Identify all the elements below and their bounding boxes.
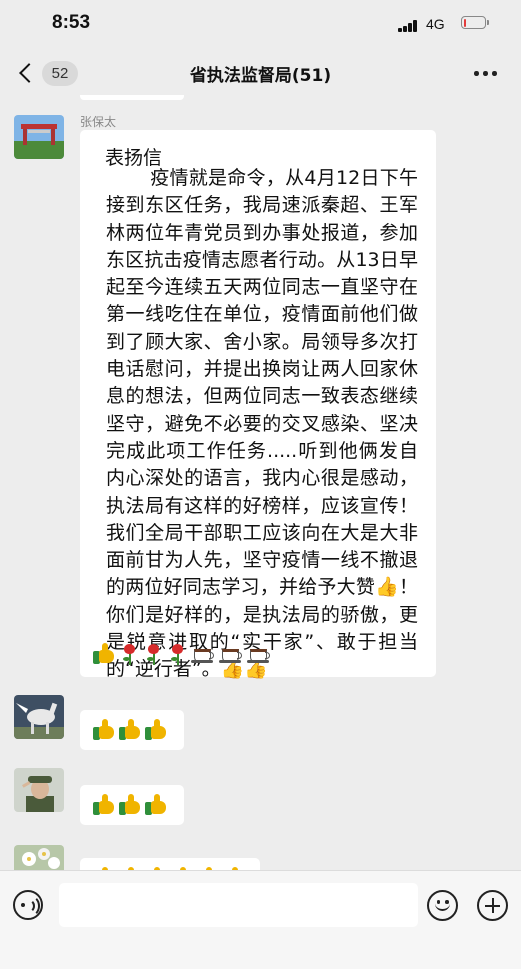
more-icon bbox=[474, 71, 479, 76]
voice-button[interactable] bbox=[13, 890, 43, 920]
thumbs-up-icon bbox=[145, 719, 167, 741]
sender-avatar[interactable] bbox=[14, 768, 64, 812]
message-body: 疫情就是命令，从4月12日下午接到东区任务，我局速派秦超、王军林两位年青党员到办… bbox=[106, 167, 418, 681]
rose-icon bbox=[143, 642, 163, 666]
network-type: 4G bbox=[426, 16, 445, 32]
chat-header: 52 省执法监督局(51) bbox=[0, 50, 521, 98]
message-bubble[interactable] bbox=[80, 785, 184, 825]
emoji-line bbox=[93, 794, 167, 816]
status-time: 8:53 bbox=[52, 12, 91, 33]
previous-message-bubble bbox=[80, 95, 184, 100]
coffee-icon bbox=[191, 644, 215, 664]
battery-level bbox=[463, 18, 466, 27]
emoji-button[interactable] bbox=[427, 890, 458, 921]
signal-icon bbox=[398, 20, 420, 32]
thumbs-up-icon bbox=[93, 643, 115, 665]
emoji-line bbox=[93, 642, 271, 666]
emoji-line bbox=[93, 719, 167, 741]
battery-icon bbox=[461, 16, 489, 29]
message-bubble[interactable] bbox=[80, 858, 260, 870]
thumbs-up-icon bbox=[93, 719, 115, 741]
rose-icon bbox=[119, 642, 139, 666]
thumbs-up-icon bbox=[119, 794, 141, 816]
plus-button[interactable] bbox=[477, 890, 508, 921]
thumbs-up-icon bbox=[119, 719, 141, 741]
more-button[interactable] bbox=[474, 71, 498, 77]
input-bar bbox=[0, 870, 521, 969]
rose-icon bbox=[167, 642, 187, 666]
message-bubble[interactable] bbox=[80, 710, 184, 750]
coffee-icon bbox=[219, 644, 243, 664]
sender-avatar[interactable] bbox=[14, 695, 64, 739]
chat-title: 省执法监督局(51) bbox=[189, 66, 332, 86]
thumbs-up-icon bbox=[93, 794, 115, 816]
thumbs-up-icon bbox=[145, 794, 167, 816]
sender-name: 张保太 bbox=[80, 115, 117, 129]
coffee-icon bbox=[247, 644, 271, 664]
status-bar: 8:53 4G bbox=[0, 0, 521, 50]
sender-avatar[interactable] bbox=[14, 845, 64, 870]
message-bubble[interactable]: 表扬信 疫情就是命令，从4月12日下午接到东区任务，我局速派秦超、王军林两位年青… bbox=[80, 130, 436, 680]
message-input[interactable] bbox=[59, 883, 418, 927]
sender-avatar[interactable] bbox=[14, 115, 64, 159]
